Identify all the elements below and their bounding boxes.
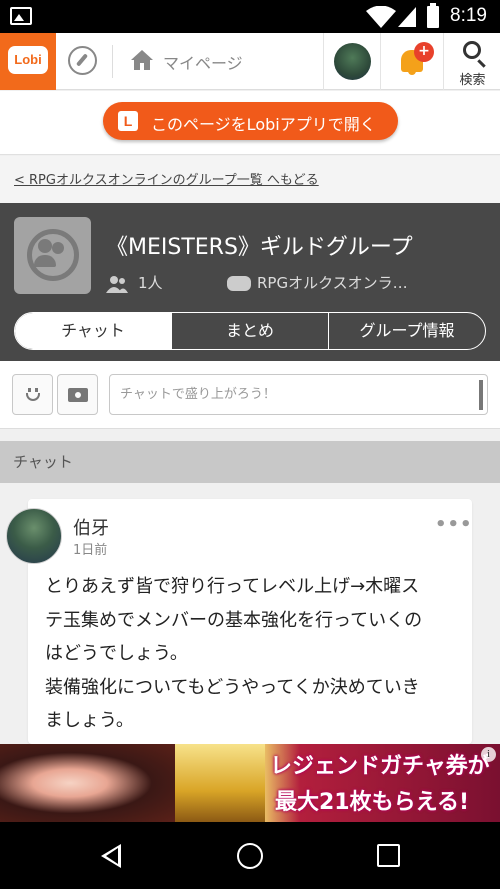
back-link-section: < RPGオルクスオンラインのグループ一覧 へもどる: [0, 156, 500, 203]
open-in-app-label: このページをLobiアプリで開く: [151, 115, 376, 134]
group-title: 《MEISTERS》ギルドグループ: [106, 235, 413, 260]
tab-chat[interactable]: チャット: [15, 313, 171, 349]
divider: [112, 45, 113, 78]
ad-headline: レジェンドガチャ券が: [270, 754, 490, 779]
member-count: 1人: [138, 274, 163, 292]
stamp-button[interactable]: [12, 374, 53, 415]
post-line: とりあえず皆で狩り行ってレベル上げ→木曜ス: [45, 576, 420, 597]
group-tabs: チャット まとめ グループ情報: [14, 312, 486, 350]
chat-input[interactable]: チャットで盛り上がろう！: [109, 374, 488, 415]
home-icon[interactable]: [130, 48, 154, 72]
members-icon: [106, 276, 128, 293]
scroll-handle: [479, 380, 483, 410]
post-time: 1日前: [73, 543, 108, 558]
more-options-icon[interactable]: •••: [435, 514, 473, 535]
lobi-app-icon: L: [118, 111, 138, 131]
open-in-app-button[interactable]: L このページをLobiアプリで開く: [103, 102, 398, 140]
post-line: 装備強化についてもどうやってくか決めていき: [45, 676, 420, 698]
lobi-logo-text: Lobi: [8, 46, 48, 74]
profile-button[interactable]: [323, 33, 380, 90]
ad-subline: 最大21枚もらえる!: [275, 790, 469, 815]
ad-character-image: [0, 744, 175, 822]
battery-icon: [427, 3, 439, 28]
post-line: ましょう。: [45, 710, 134, 731]
chat-section-label: チャット: [0, 441, 500, 483]
app-header: Lobi マイページ + 検索: [0, 33, 500, 90]
post-line: テ玉集めでメンバーの基本強化を行っていくの: [45, 609, 423, 631]
notification-badge: +: [414, 42, 434, 62]
open-app-section: L このページをLobiアプリで開く: [0, 91, 500, 155]
chat-input-placeholder: チャットで盛り上がろう！: [120, 387, 276, 402]
post-line: はどうでしょう。: [45, 643, 188, 664]
notifications-button[interactable]: +: [380, 33, 443, 90]
chat-composer: チャットで盛り上がろう！: [0, 361, 500, 429]
gamepad-icon: [227, 276, 251, 291]
back-to-group-list-link[interactable]: < RPGオルクスオンラインのグループ一覧 へもどる: [14, 169, 319, 188]
avatar: [334, 43, 371, 80]
smile-icon: [28, 388, 31, 392]
back-icon[interactable]: [101, 844, 121, 868]
ad-treasure-image: [175, 744, 265, 822]
author-avatar[interactable]: [6, 508, 62, 564]
image-notification-icon: [10, 7, 32, 25]
recent-apps-icon[interactable]: [377, 844, 400, 867]
wifi-icon: [366, 6, 396, 28]
clock: 8:19: [450, 5, 487, 26]
group-header: 《MEISTERS》ギルドグループ 1人 RPGオルクスオンラ… チャット まと…: [0, 203, 500, 361]
search-button[interactable]: 検索: [443, 33, 500, 90]
lobi-logo[interactable]: Lobi: [0, 33, 56, 90]
ad-banner[interactable]: レジェンドガチャ券が 最大21枚もらえる! i: [0, 744, 500, 822]
home-circle-icon[interactable]: [237, 843, 263, 869]
author-name[interactable]: 伯牙: [73, 514, 109, 540]
post-body: とりあえず皆で狩り行ってレベル上げ→木曜ス テ玉集めでメンバーの基本強化を行って…: [45, 570, 460, 738]
search-label: 検索: [459, 73, 486, 88]
compass-icon[interactable]: [68, 46, 97, 75]
ad-info-icon[interactable]: i: [481, 747, 496, 762]
search-icon: [463, 41, 481, 59]
game-name[interactable]: RPGオルクスオンラ…: [257, 272, 417, 293]
tab-summary[interactable]: まとめ: [171, 313, 328, 349]
cell-signal-icon: [398, 7, 416, 27]
camera-button[interactable]: [57, 374, 98, 415]
mypage-link[interactable]: マイページ: [163, 50, 243, 74]
group-icon: [14, 217, 91, 294]
status-bar: 8:19: [0, 0, 500, 33]
system-nav-bar: [0, 822, 500, 889]
tab-group-info[interactable]: グループ情報: [328, 313, 485, 349]
